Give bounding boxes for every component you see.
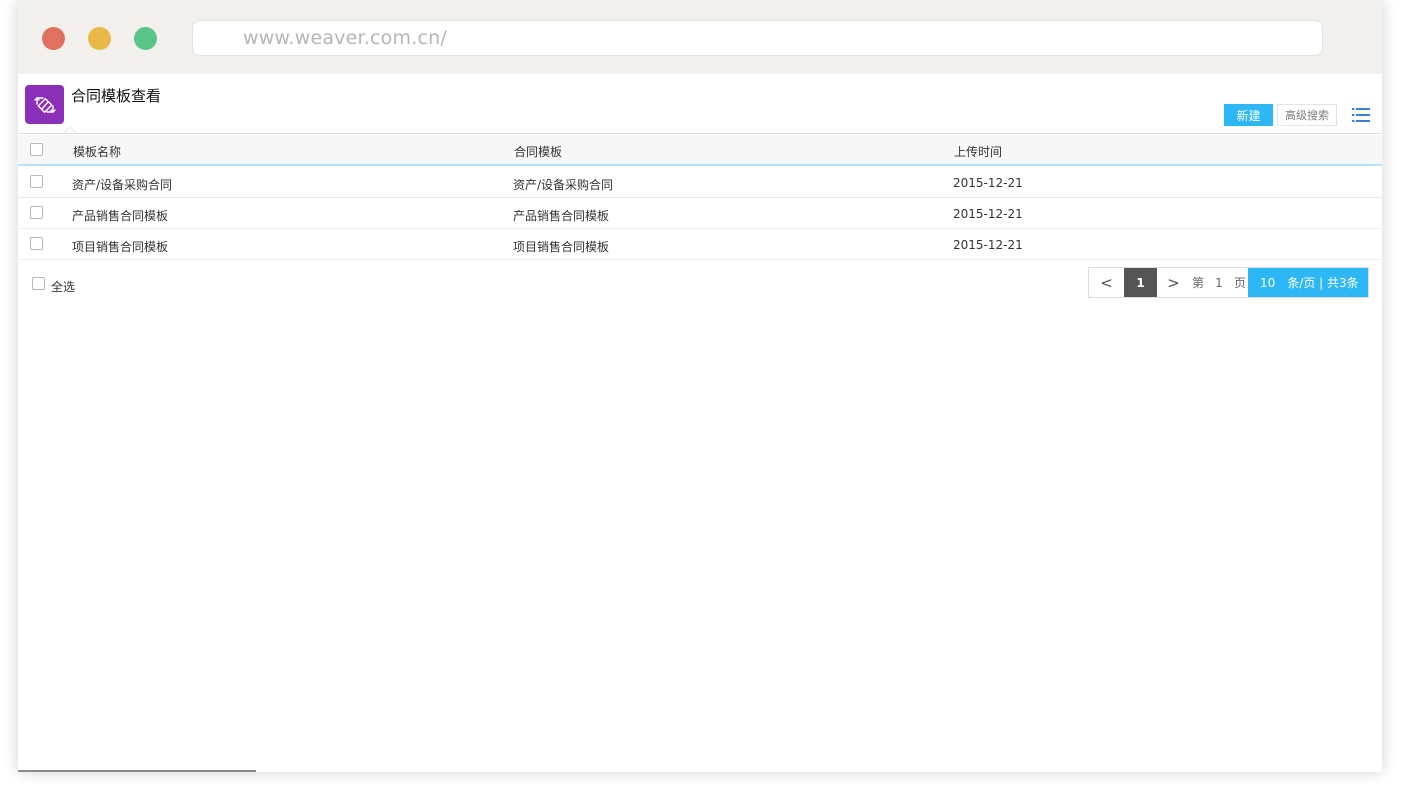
page-size-select[interactable]: 10 条/页 | 共3条 xyxy=(1248,268,1368,297)
column-header-upload-time[interactable]: 上传时间 xyxy=(954,143,1002,160)
advanced-search-button[interactable]: 高级搜索 xyxy=(1277,104,1337,126)
column-header-template-name[interactable]: 模板名称 xyxy=(73,143,121,160)
table-row: 产品销售合同模板 产品销售合同模板 2015-12-21 xyxy=(18,198,1382,229)
contract-exchange-icon xyxy=(25,85,64,124)
active-indicator xyxy=(64,126,76,133)
cell-template-name[interactable]: 资产/设备采购合同 xyxy=(72,176,172,193)
cell-upload-time: 2015-12-21 xyxy=(953,176,1023,190)
prev-page-button[interactable]: < xyxy=(1089,268,1124,297)
new-button[interactable]: 新建 xyxy=(1224,104,1273,126)
app-content: 合同模板查看 新建 高级搜索 模板名称 合同模板 上传时间 资产/设备采购合同 … xyxy=(18,74,1382,772)
cell-contract-template[interactable]: 项目销售合同模板 xyxy=(513,238,609,255)
header-checkbox[interactable] xyxy=(30,143,43,156)
cell-template-name[interactable]: 项目销售合同模板 xyxy=(72,238,168,255)
table-row: 资产/设备采购合同 资产/设备采购合同 2015-12-21 xyxy=(18,167,1382,198)
pagination: < 1 > 第 1 页 10 条/页 | 共3条 xyxy=(1088,267,1369,298)
page-size-value: 10 xyxy=(1260,275,1276,290)
row-checkbox[interactable] xyxy=(30,206,43,219)
cell-template-name[interactable]: 产品销售合同模板 xyxy=(72,207,168,224)
cell-contract-template[interactable]: 产品销售合同模板 xyxy=(513,207,609,224)
cell-upload-time: 2015-12-21 xyxy=(953,238,1023,252)
close-window-button[interactable] xyxy=(42,27,65,50)
table-header: 模板名称 合同模板 上传时间 xyxy=(18,135,1382,166)
page-suffix-label: 页 xyxy=(1233,276,1246,290)
minimize-window-button[interactable] xyxy=(88,27,111,50)
browser-chrome: www.weaver.com.cn/ xyxy=(18,0,1382,74)
cell-contract-template[interactable]: 资产/设备采购合同 xyxy=(513,176,613,193)
page-size-summary: 条/页 | 共3条 xyxy=(1287,276,1359,290)
table-row: 项目销售合同模板 项目销售合同模板 2015-12-21 xyxy=(18,229,1382,260)
select-all-label[interactable]: 全选 xyxy=(51,278,75,295)
list-menu-icon[interactable] xyxy=(1352,108,1370,122)
table-footer: 全选 < 1 > 第 1 页 10 条/页 | 共3条 xyxy=(18,267,1382,299)
row-checkbox[interactable] xyxy=(30,237,43,250)
column-header-contract-template[interactable]: 合同模板 xyxy=(514,143,562,160)
cell-upload-time: 2015-12-21 xyxy=(953,207,1023,221)
next-page-button[interactable]: > xyxy=(1157,268,1190,297)
page-number-input[interactable]: 1 xyxy=(1206,268,1232,297)
maximize-window-button[interactable] xyxy=(134,27,157,50)
page-title: 合同模板查看 xyxy=(71,87,162,105)
address-bar[interactable]: www.weaver.com.cn/ xyxy=(192,20,1323,56)
select-all-checkbox[interactable] xyxy=(32,277,45,290)
page-1-button[interactable]: 1 xyxy=(1124,268,1157,297)
page-header: 合同模板查看 新建 高级搜索 xyxy=(18,74,1382,134)
page-prefix-label: 第 xyxy=(1191,276,1204,290)
row-checkbox[interactable] xyxy=(30,175,43,188)
browser-window: www.weaver.com.cn/ 合同模板查看 新建 高级搜索 模板名称 合… xyxy=(18,0,1382,772)
bottom-divider xyxy=(18,770,256,772)
